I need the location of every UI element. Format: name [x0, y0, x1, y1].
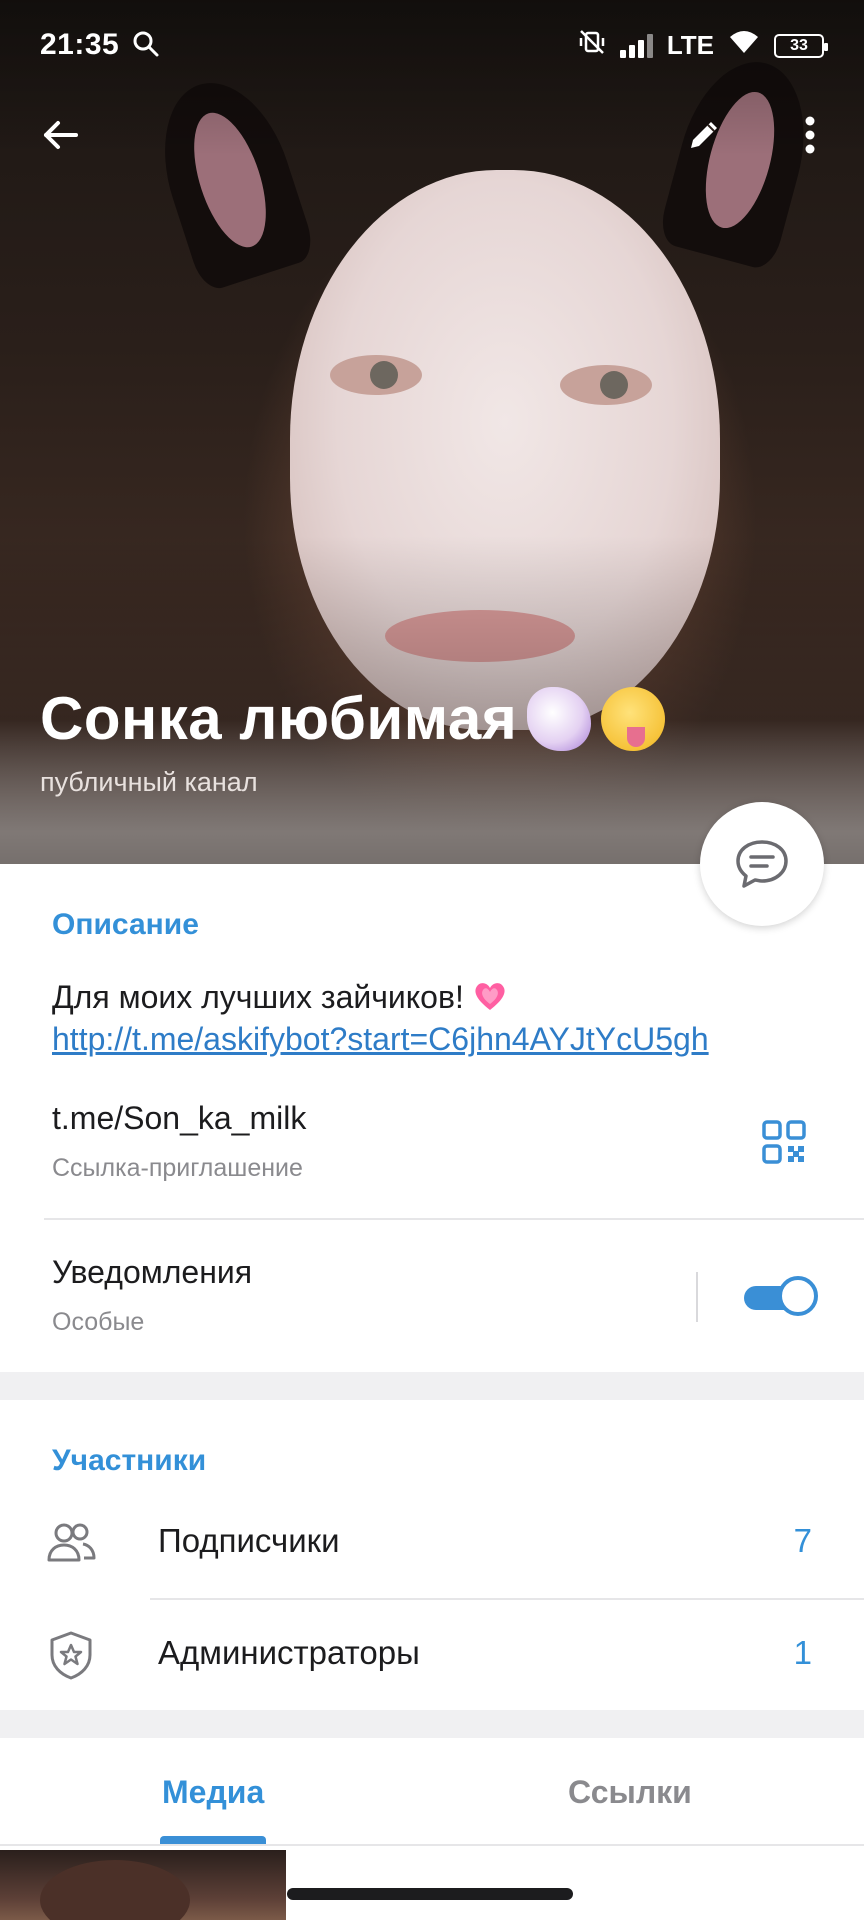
divider	[0, 1844, 864, 1846]
description-text: Для моих лучших зайчиков!	[52, 979, 473, 1015]
qr-code-icon	[762, 1120, 806, 1164]
vibrate-off-icon	[578, 28, 606, 63]
description: Для моих лучших зайчиков! http://t.me/as…	[52, 976, 832, 1060]
description-header: Описание	[52, 908, 199, 941]
wifi-icon	[728, 29, 760, 62]
status-bar: 21:35 LTE 33	[0, 0, 864, 90]
status-time: 21:35	[40, 28, 120, 61]
channel-title-block: Сонка любимая публичный канал	[40, 684, 666, 798]
discussion-button[interactable]	[700, 802, 824, 926]
more-options-button[interactable]	[778, 103, 842, 167]
battery-level: 33	[790, 36, 808, 54]
more-vertical-icon	[805, 116, 815, 154]
subscribers-row[interactable]: Подписчики 7	[0, 1492, 864, 1592]
tab-links[interactable]: Ссылки	[568, 1774, 692, 1811]
edit-button[interactable]	[672, 103, 736, 167]
network-type: LTE	[666, 30, 714, 60]
channel-name: Сонка любимая	[40, 685, 518, 752]
back-button[interactable]	[28, 103, 92, 167]
active-tab-indicator	[160, 1836, 266, 1844]
status-right-group: LTE 33	[578, 28, 828, 63]
zany-face-emoji-icon	[601, 686, 666, 751]
notifications-value: Особые	[52, 1308, 145, 1336]
toggle-knob	[778, 1276, 818, 1316]
home-indicator[interactable]	[287, 1888, 573, 1900]
info-section: Описание Для моих лучших зайчиков! http:…	[0, 864, 864, 1372]
qr-code-button[interactable]	[762, 1120, 806, 1164]
administrators-row[interactable]: Администраторы 1	[0, 1604, 864, 1704]
pencil-icon	[691, 122, 717, 148]
media-thumbnail[interactable]	[0, 1850, 286, 1920]
people-icon	[46, 1518, 96, 1568]
battery-icon: 33	[774, 33, 828, 58]
invite-link-label: Ссылка-приглашение	[52, 1154, 303, 1182]
invite-link[interactable]: t.me/Son_ka_milk	[52, 1100, 306, 1137]
divider	[150, 1598, 864, 1600]
notifications-toggle[interactable]	[740, 1274, 818, 1318]
top-action-bar	[0, 100, 864, 170]
members-header: Участники	[52, 1444, 207, 1477]
shield-star-icon	[46, 1630, 96, 1680]
subscribers-count: 7	[793, 1522, 812, 1559]
notifications-title[interactable]: Уведомления	[52, 1254, 252, 1291]
search-icon	[132, 30, 160, 63]
administrators-label: Администраторы	[158, 1634, 420, 1671]
description-link[interactable]: http://t.me/askifybot?start=C6jhn4AYJtYc…	[52, 1021, 709, 1057]
chat-bubble-icon	[736, 840, 788, 888]
vertical-separator	[696, 1272, 698, 1322]
arrow-left-icon	[44, 121, 78, 149]
administrators-count: 1	[793, 1634, 812, 1671]
members-section: Участники Подписчики 7 Администраторы 1	[0, 1400, 864, 1710]
channel-title: Сонка любимая	[40, 684, 666, 753]
channel-type: публичный канал	[40, 767, 258, 797]
subscribers-label: Подписчики	[158, 1522, 340, 1559]
unicorn-emoji-icon	[527, 686, 592, 751]
tab-media[interactable]: Медиа	[162, 1774, 264, 1811]
heart-emoji-icon	[473, 980, 507, 1012]
divider	[44, 1218, 864, 1220]
signal-icon	[619, 33, 653, 58]
